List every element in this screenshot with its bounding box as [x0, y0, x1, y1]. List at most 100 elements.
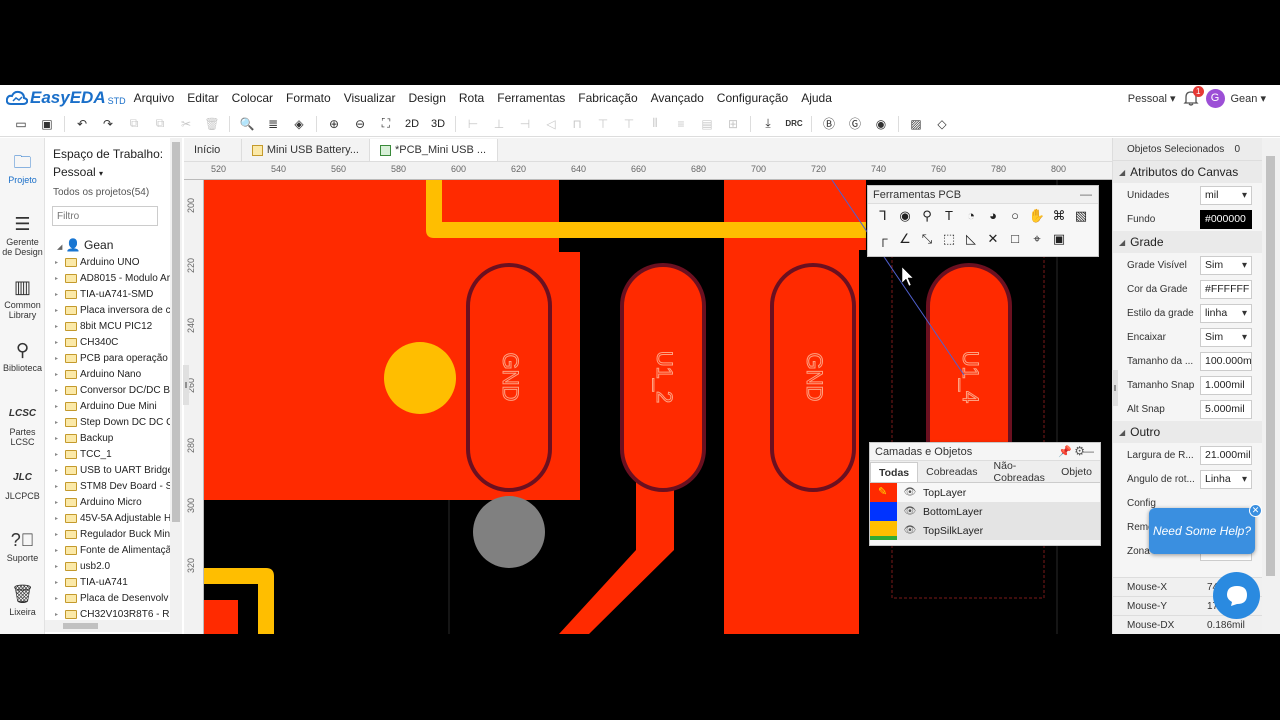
distribute-v-icon[interactable]: ≡: [668, 113, 694, 135]
project-tree-item[interactable]: ▸ Arduino UNO: [55, 254, 175, 270]
minimize-icon[interactable]: —: [1082, 444, 1094, 458]
track-width-input[interactable]: 21.000mil: [1200, 445, 1252, 465]
zoom-out-icon[interactable]: ⊖: [347, 113, 373, 135]
layer-color-swatch[interactable]: [870, 502, 897, 521]
track-tool-icon[interactable]: ⅂: [872, 206, 894, 226]
expand-caret-icon[interactable]: ▸: [55, 275, 65, 282]
filter-input[interactable]: [52, 206, 158, 226]
redo-icon[interactable]: ↷: [95, 113, 121, 135]
workspace-dropdown[interactable]: Pessoal ▾: [1128, 92, 1176, 105]
expand-caret-icon[interactable]: ▸: [55, 371, 65, 378]
menu-design[interactable]: Design: [409, 91, 446, 105]
project-tree-item[interactable]: ▸ STM8 Dev Board - S: [55, 478, 175, 494]
other-section[interactable]: ◢ Outro: [1113, 421, 1262, 443]
menu-visualizar[interactable]: Visualizar: [344, 91, 396, 105]
menu-formato[interactable]: Formato: [286, 91, 331, 105]
snap-select[interactable]: Sim: [1200, 327, 1252, 347]
image-tool-icon[interactable]: ▧: [1070, 206, 1092, 226]
tab-cobreadas[interactable]: Cobreadas: [918, 462, 985, 482]
chat-button[interactable]: [1213, 572, 1260, 619]
close-icon[interactable]: ✕: [1249, 504, 1262, 517]
minimize-icon[interactable]: —: [1080, 187, 1092, 201]
expand-caret-icon[interactable]: ▸: [55, 611, 65, 618]
scrollbar-thumb[interactable]: [1266, 156, 1275, 576]
eraser-icon[interactable]: ◈: [286, 113, 312, 135]
align-top-icon[interactable]: ⊤: [590, 113, 616, 135]
nav-design-manager[interactable]: ☰ Gerente de Design: [0, 214, 45, 257]
workspace-select[interactable]: Pessoal ▾: [53, 165, 103, 179]
help-bubble[interactable]: Need Some Help?: [1149, 508, 1255, 554]
expand-caret-icon[interactable]: ▸: [55, 291, 65, 298]
expand-caret-icon[interactable]: ▸: [55, 563, 65, 570]
nav-library[interactable]: ⚲ Biblioteca: [0, 340, 45, 373]
project-panel-hscrollbar[interactable]: [45, 620, 170, 632]
project-tree-item[interactable]: ▸ 45V-5A Adjustable H: [55, 510, 175, 526]
hole-tool-icon[interactable]: ✕: [982, 229, 1004, 249]
units-select[interactable]: mil: [1200, 185, 1252, 205]
grid-color-input[interactable]: #FFFFFF: [1200, 279, 1252, 299]
menu-arquivo[interactable]: Arquivo: [134, 91, 175, 105]
tab-todas[interactable]: Todas: [870, 462, 919, 482]
grid-size-input[interactable]: 100.000m: [1200, 351, 1252, 371]
arc-tool-icon[interactable]: ◔: [960, 206, 982, 226]
project-tree-item[interactable]: ▸ Fonte de Alimentaçã: [55, 542, 175, 558]
menu-rota[interactable]: Rota: [459, 91, 484, 105]
distribute-h-icon[interactable]: ⫴: [642, 113, 668, 135]
tab-nao-cobreadas[interactable]: Não-Cobreadas: [986, 460, 1054, 484]
save-icon[interactable]: ▣: [34, 113, 60, 135]
nav-lcsc-parts[interactable]: LCSC Partes LCSC: [0, 404, 45, 447]
connect-pad-icon[interactable]: ⌘: [1048, 206, 1070, 226]
menu-editar[interactable]: Editar: [187, 91, 218, 105]
expand-caret-icon[interactable]: ▸: [55, 323, 65, 330]
project-tree-item[interactable]: ▸ Arduino Nano: [55, 366, 175, 382]
paste-icon[interactable]: ⧉: [147, 113, 173, 135]
tab-home[interactable]: Início: [184, 139, 242, 161]
footprint-tool-icon[interactable]: ▣: [1048, 229, 1070, 249]
nav-jlcpcb[interactable]: JLC JLCPCB: [0, 468, 45, 501]
user-avatar[interactable]: G: [1205, 88, 1225, 108]
layer-row-toplayer[interactable]: ✎ 👁 TopLayer: [870, 483, 1100, 502]
pad-tool-icon[interactable]: ◉: [894, 206, 916, 226]
route-angle-select[interactable]: Linha: [1200, 469, 1252, 489]
canvas-attributes-section[interactable]: ◢ Atributos do Canvas: [1113, 161, 1262, 183]
menu-avancado[interactable]: Avançado: [651, 91, 704, 105]
project-tree-item[interactable]: ▸ PCB para operação: [55, 350, 175, 366]
grid-align-icon[interactable]: ⊞: [720, 113, 746, 135]
expand-caret-icon[interactable]: ▸: [55, 355, 65, 362]
project-tree-item[interactable]: ▸ CH340C: [55, 334, 175, 350]
eye-icon[interactable]: 👁: [903, 506, 917, 517]
grid-section[interactable]: ◢ Grade: [1113, 231, 1262, 253]
project-tree-item[interactable]: ▸ Backup: [55, 430, 175, 446]
expand-caret-icon[interactable]: ▸: [55, 451, 65, 458]
image-icon[interactable]: ▨: [903, 113, 929, 135]
expand-caret-icon[interactable]: ▸: [55, 531, 65, 538]
copper-area-icon[interactable]: ◺: [960, 229, 982, 249]
background-color-input[interactable]: #000000: [1200, 209, 1252, 229]
view-3d-button[interactable]: 3D: [425, 118, 451, 130]
rect-tool-icon[interactable]: □: [1004, 229, 1026, 249]
align-left-icon[interactable]: ⊢: [460, 113, 486, 135]
project-tree-item[interactable]: ▸ Placa de Desenvolv: [55, 590, 175, 606]
nav-support[interactable]: ?⃝ Suporte: [0, 530, 45, 563]
measure-tool-icon[interactable]: ⌖: [1026, 229, 1048, 249]
hscrollbar-thumb[interactable]: [63, 623, 98, 629]
project-panel-scrollbar[interactable]: [170, 138, 182, 634]
left-collapse-handle[interactable]: ‖: [183, 365, 189, 405]
tab-pcb[interactable]: *PCB_Mini USB ...: [370, 139, 498, 161]
pcb-tools-title[interactable]: Ferramentas PCB: [868, 186, 1098, 204]
layer-row-bottomlayer[interactable]: 👁 BottomLayer: [870, 502, 1100, 521]
layers-icon[interactable]: ◇: [929, 113, 955, 135]
expand-caret-icon[interactable]: ▸: [55, 579, 65, 586]
notifications-bell-icon[interactable]: 1: [1182, 86, 1204, 107]
delete-icon[interactable]: 🗑: [199, 113, 225, 135]
tab-objeto[interactable]: Objeto: [1053, 462, 1100, 482]
find-similar-icon[interactable]: ≣: [260, 113, 286, 135]
undo-icon[interactable]: ↶: [69, 113, 95, 135]
nav-trash[interactable]: 🗑 Lixeira: [0, 584, 45, 617]
project-tree-item[interactable]: ▸ Arduino Micro: [55, 494, 175, 510]
cut-icon[interactable]: ✂: [173, 113, 199, 135]
project-tree-item[interactable]: ▸ 8bit MCU PIC12: [55, 318, 175, 334]
flip-icon[interactable]: ◁: [538, 113, 564, 135]
search-icon[interactable]: 🔍: [234, 113, 260, 135]
eye-icon[interactable]: 👁: [903, 525, 917, 536]
